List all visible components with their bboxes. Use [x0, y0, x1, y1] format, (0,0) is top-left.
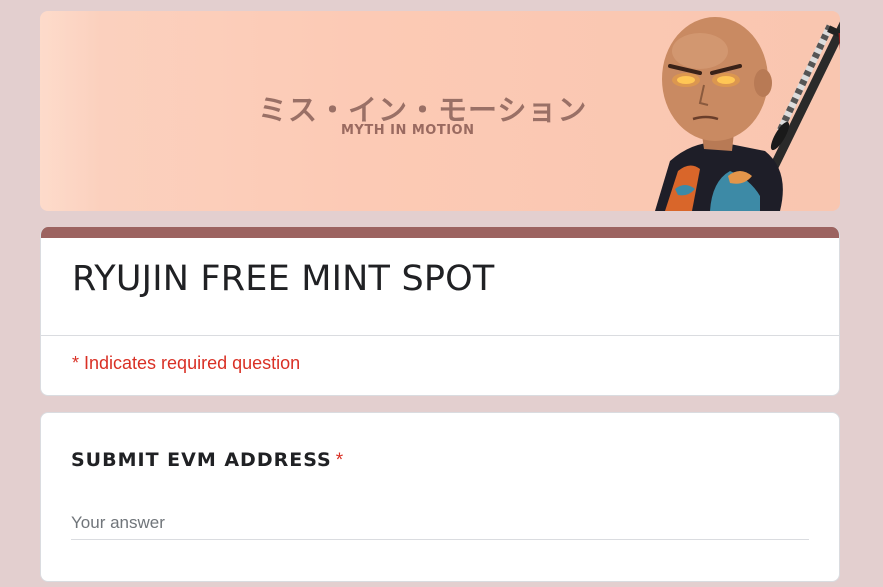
title-divider: [41, 335, 839, 336]
title-accent-bar: [41, 227, 839, 238]
banner-haze: [40, 11, 100, 211]
question-label-text: SUBMIT EVM ADDRESS: [71, 449, 332, 471]
form-container: ミス・イン・モーション MYTH IN MOTION RYUJIN FREE M…: [40, 11, 840, 582]
samurai-illustration: [655, 17, 840, 211]
banner-english-title: MYTH IN MOTION: [341, 123, 475, 138]
form-title-card: RYUJIN FREE MINT SPOT * Indicates requir…: [40, 227, 840, 396]
required-note: * Indicates required question: [72, 353, 301, 373]
evm-address-input[interactable]: [71, 513, 809, 540]
required-asterisk: *: [335, 450, 345, 471]
question-card: SUBMIT EVM ADDRESS *: [40, 412, 840, 582]
header-banner: ミス・イン・モーション MYTH IN MOTION: [40, 11, 840, 211]
form-title: RYUJIN FREE MINT SPOT: [72, 259, 495, 299]
question-label: SUBMIT EVM ADDRESS *: [71, 449, 344, 472]
